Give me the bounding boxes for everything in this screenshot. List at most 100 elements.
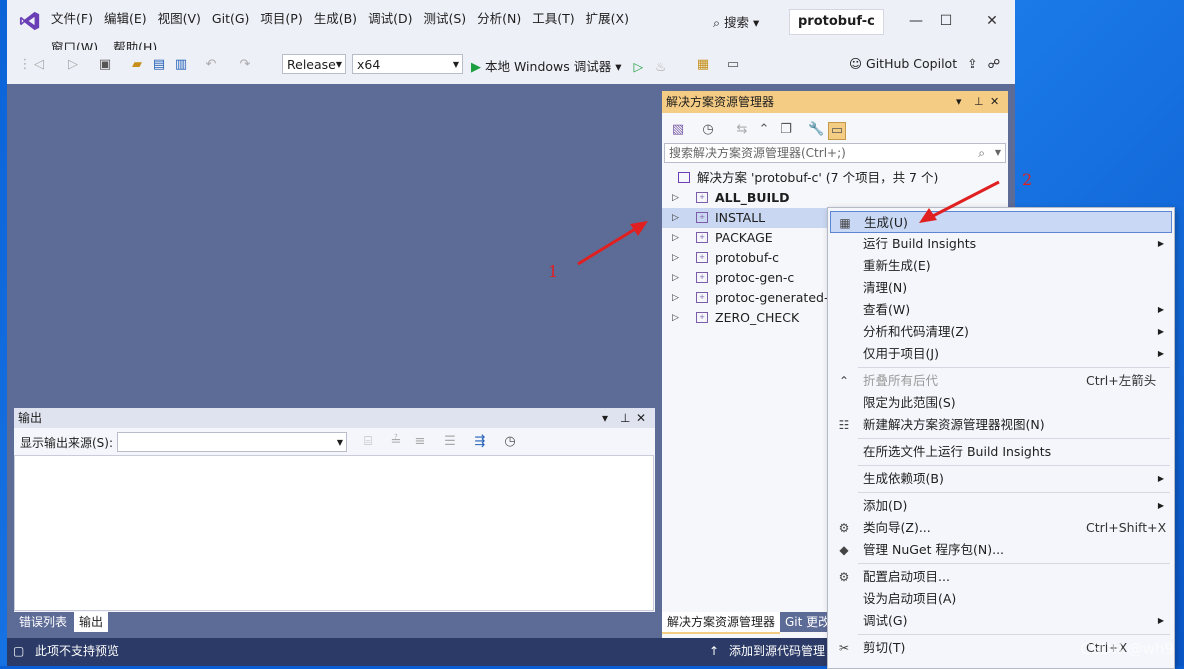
switch-views-icon[interactable]: ▧ (670, 122, 686, 138)
context-menu-item[interactable]: 限定为此范围(S) (830, 392, 1172, 414)
expand-arrow-icon[interactable]: ▷ (672, 188, 679, 208)
context-menu-item[interactable]: 重新生成(E) (830, 255, 1172, 277)
next-message-icon[interactable]: ≡ (412, 434, 428, 450)
properties-icon[interactable]: 🔧 (808, 122, 824, 138)
forward-icon[interactable]: ▷ (65, 57, 81, 73)
pin-icon[interactable]: ⊥ (974, 91, 984, 113)
preview-icon: ▢ (13, 644, 25, 658)
clear-all-icon[interactable]: ☰ (442, 434, 458, 450)
expand-arrow-icon[interactable]: ▷ (672, 248, 679, 268)
menu-separator (858, 634, 1170, 635)
output-toolbar: 显示输出来源(S): ▼ ⌸ ≟ ≡ ☰ ⇶ ◷ (14, 430, 655, 454)
close-icon[interactable]: ✕ (636, 408, 646, 428)
close-icon[interactable]: ✕ (990, 91, 999, 113)
solution-icon[interactable]: ▦ (695, 57, 711, 73)
find-message-icon[interactable]: ⌸ (360, 434, 376, 450)
chevron-down-icon[interactable]: ▼ (995, 144, 1001, 162)
new-view-icon: ☷ (838, 418, 850, 432)
start-without-debugging-icon[interactable]: ▷ (633, 59, 643, 74)
feedback-icon[interactable]: ☍ (988, 56, 1001, 71)
menu-item[interactable]: 工具(T) (532, 6, 583, 31)
new-project-icon[interactable]: ▣ (97, 57, 113, 73)
configuration-value: Release (287, 57, 336, 72)
context-menu-item[interactable]: ◆ 管理 NuGet 程序包(N)... (830, 539, 1172, 561)
debugger-label: 本地 Windows 调试器 (485, 59, 612, 74)
pending-changes-icon[interactable]: ◷ (700, 122, 716, 138)
menu-item[interactable]: 编辑(E) (104, 6, 156, 31)
menu-item[interactable]: 生成(B) (314, 6, 366, 31)
context-menu-item[interactable]: 查看(W) ▶ (830, 299, 1172, 321)
solution-explorer-title: 解决方案资源管理器 ▾ ⊥ ✕ (662, 91, 1008, 113)
sync-icon[interactable]: ⇆ (734, 122, 750, 138)
menu-item[interactable]: 扩展(X) (586, 6, 638, 31)
redo-icon[interactable]: ↷ (237, 57, 253, 73)
solution-icon (678, 172, 690, 183)
expand-arrow-icon[interactable]: ▷ (672, 208, 679, 228)
project-icon: + (696, 212, 708, 223)
context-menu-item[interactable]: 设为启动项目(A) (830, 588, 1172, 610)
undo-icon[interactable]: ↶ (203, 57, 219, 73)
context-menu-item[interactable]: 仅用于项目(J) ▶ (830, 343, 1172, 365)
start-debugger-button[interactable]: ▶ 本地 Windows 调试器 ▾ ▷ ♨ (471, 56, 666, 75)
preview-icon[interactable]: ▭ (828, 122, 846, 140)
menu-item[interactable]: Git(G) (212, 9, 259, 30)
context-menu-item[interactable]: 分析和代码清理(Z) ▶ (830, 321, 1172, 343)
search-box[interactable]: ⌕ 搜索 ▾ (713, 12, 759, 31)
chevron-down-icon[interactable]: ▾ (956, 91, 962, 113)
menu-item[interactable]: 调试(D) (368, 6, 421, 31)
platform-dropdown[interactable]: x64 ▼ (352, 54, 463, 74)
annotation-number-2: 2 (1022, 170, 1033, 189)
context-menu-item[interactable]: 添加(D) ▶ (830, 495, 1172, 517)
solution-explorer-title-text: 解决方案资源管理器 (666, 95, 775, 109)
menu-item[interactable]: 项目(P) (260, 6, 311, 31)
show-all-files-icon[interactable]: ❐ (778, 122, 794, 138)
context-menu-item[interactable]: 清理(N) (830, 277, 1172, 299)
context-menu-item[interactable]: 调试(G) ▶ (830, 610, 1172, 632)
context-menu-item[interactable]: ☷ 新建解决方案资源管理器视图(N) (830, 414, 1172, 436)
context-menu-item[interactable]: 运行 Build Insights ▶ (830, 233, 1172, 255)
expand-arrow-icon[interactable]: ▷ (672, 268, 679, 288)
menu-item[interactable]: 视图(V) (158, 6, 210, 31)
expand-arrow-icon[interactable]: ▷ (672, 228, 679, 248)
prev-message-icon[interactable]: ≟ (388, 434, 404, 450)
tab-solution-explorer[interactable]: 解决方案资源管理器 (662, 612, 781, 634)
menu-item-label: 分析和代码清理(Z) (863, 324, 969, 339)
chevron-down-icon: ▼ (336, 438, 343, 447)
chevron-down-icon[interactable]: ▾ (602, 408, 608, 428)
nuget-icon: ◆ (839, 543, 849, 557)
menu-item[interactable]: 分析(N) (477, 6, 530, 31)
maximize-button[interactable]: ☐ (931, 10, 961, 32)
context-menu-item[interactable]: ⌃ 折叠所有后代 Ctrl+左箭头 (830, 370, 1172, 392)
timestamp-icon[interactable]: ◷ (502, 434, 518, 450)
configuration-dropdown[interactable]: Release ▼ (282, 54, 346, 74)
menu-item-label: 在所选文件上运行 Build Insights (863, 444, 1052, 459)
expand-arrow-icon[interactable]: ▷ (672, 288, 679, 308)
word-wrap-icon[interactable]: ⇶ (472, 434, 488, 450)
pin-icon[interactable]: ⊥ (620, 408, 630, 428)
output-text-area[interactable] (14, 455, 654, 611)
layout-icon[interactable]: ▭ (725, 57, 741, 73)
hot-reload-icon[interactable]: ♨ (655, 59, 666, 74)
minimize-button[interactable]: — (901, 10, 931, 32)
tab-output[interactable]: 输出 (74, 612, 109, 632)
expand-arrow-icon[interactable]: ▷ (672, 308, 679, 328)
context-menu-item[interactable]: 在所选文件上运行 Build Insights (830, 441, 1172, 463)
output-source-dropdown[interactable]: ▼ (117, 432, 347, 452)
tab-error-list[interactable]: 错误列表 (14, 612, 73, 632)
back-icon[interactable]: ◁ (31, 57, 47, 73)
menu-item[interactable]: 文件(F) (51, 6, 102, 31)
save-all-icon[interactable]: ▥ (173, 57, 189, 73)
context-menu-item[interactable]: 生成依赖项(B) ▶ (830, 468, 1172, 490)
solution-explorer-search[interactable]: 搜索解决方案资源管理器(Ctrl+;) ⌕ ▼ (664, 143, 1006, 163)
context-menu-item[interactable]: ⚙ 类向导(Z)... Ctrl+Shift+X (830, 517, 1172, 539)
close-button[interactable]: ✕ (977, 10, 1007, 32)
red-arrow-2 (919, 180, 1000, 223)
open-folder-icon[interactable]: ▰ (129, 57, 145, 73)
save-icon[interactable]: ▤ (151, 57, 167, 73)
share-icon[interactable]: ⇪ (967, 56, 977, 71)
menu-item[interactable]: 测试(S) (423, 6, 475, 31)
add-to-source-control-button[interactable]: 添加到源代码管理 (729, 638, 825, 664)
github-copilot-button[interactable]: ☺ GitHub Copilot ⇪ ☍ (849, 56, 1000, 71)
context-menu-item[interactable]: ⚙ 配置启动项目... (830, 566, 1172, 588)
collapse-all-icon[interactable]: ⌃ (756, 122, 772, 138)
